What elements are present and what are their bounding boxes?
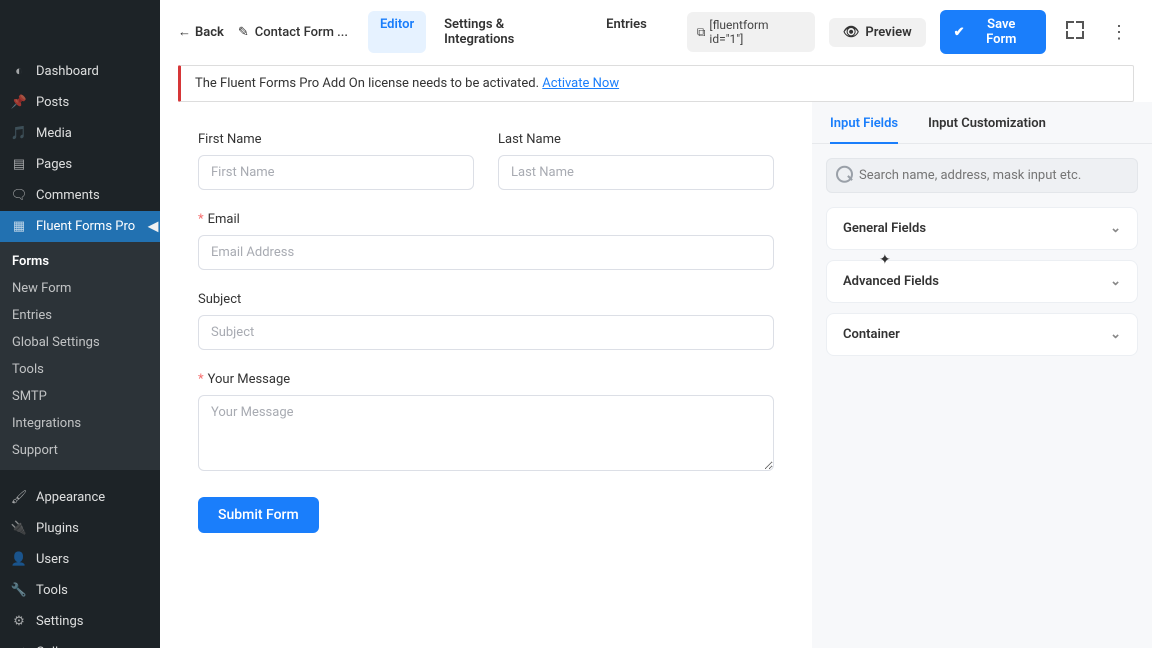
sidebar-item-appearance[interactable]: 🖌Appearance	[0, 482, 160, 513]
submenu-global-settings[interactable]: Global Settings	[0, 329, 160, 356]
field-subject[interactable]: Subject	[198, 292, 774, 350]
form-canvas: First Name Last Name *Email Subject	[160, 102, 812, 648]
pin-icon: 📌	[10, 95, 28, 110]
email-input[interactable]	[198, 235, 774, 270]
back-link[interactable]: ←Back	[178, 24, 224, 40]
field-search-wrap	[826, 158, 1138, 193]
preview-button[interactable]: 👁Preview	[829, 18, 926, 47]
field-message[interactable]: *Your Message	[198, 372, 774, 475]
save-form-button[interactable]: ✔Save Form	[940, 10, 1046, 54]
main-content: ←Back ✎Contact Form ... Editor Settings …	[160, 0, 1152, 648]
submenu-forms[interactable]: Forms	[0, 248, 160, 275]
tab-settings-integrations[interactable]: Settings & Integrations	[432, 11, 588, 53]
chevron-down-icon: ⌄	[1110, 274, 1121, 289]
accordion-advanced-fields[interactable]: Advanced Fields⌄	[826, 260, 1138, 303]
sidebar-item-dashboard[interactable]: ◐Dashboard	[0, 55, 160, 87]
more-menu-button[interactable]: ⋮	[1104, 18, 1134, 47]
sidebar-item-media[interactable]: 🎵Media	[0, 118, 160, 149]
editor-tabs: Editor Settings & Integrations Entries	[368, 11, 659, 53]
form-name-edit[interactable]: ✎Contact Form ...	[238, 25, 348, 40]
copy-icon: ⧉	[697, 25, 706, 40]
notice-text: The Fluent Forms Pro Add On license need…	[195, 76, 542, 91]
chevron-down-icon: ⌄	[1110, 221, 1121, 236]
arrow-left-icon: ←	[178, 24, 191, 40]
submenu-new-form[interactable]: New Form	[0, 275, 160, 302]
collapse-icon: ◀	[10, 645, 28, 660]
sidebar-collapse[interactable]: ◀Collapse menu	[0, 637, 160, 668]
accordion-container[interactable]: Container⌄	[826, 313, 1138, 356]
subject-label: Subject	[198, 292, 774, 307]
comment-icon: 🗨	[10, 188, 28, 203]
accordion-general-fields[interactable]: General Fields⌄	[826, 207, 1138, 250]
eye-icon: 👁	[843, 25, 860, 40]
sidebar-item-settings[interactable]: ⚙Settings	[0, 606, 160, 637]
field-last-name[interactable]: Last Name	[498, 132, 774, 190]
activate-now-link[interactable]: Activate Now	[542, 76, 619, 91]
wrench-icon: 🔧	[10, 583, 28, 598]
media-icon: 🎵	[10, 126, 28, 141]
submenu-smtp[interactable]: SMTP	[0, 383, 160, 410]
submit-form-button[interactable]: Submit Form	[198, 497, 319, 533]
chevron-down-icon: ⌄	[1110, 327, 1121, 342]
forms-icon: ▦	[10, 219, 28, 234]
wp-admin-sidebar: ◐Dashboard 📌Posts 🎵Media ▤Pages 🗨Comment…	[0, 0, 160, 648]
fullscreen-button[interactable]	[1060, 17, 1090, 48]
submenu-support[interactable]: Support	[0, 437, 160, 464]
first-name-label: First Name	[198, 132, 474, 147]
sliders-icon: ⚙	[10, 614, 28, 629]
required-asterisk: *	[198, 212, 204, 227]
fields-panel: Input Fields Input Customization General…	[812, 102, 1152, 648]
last-name-input[interactable]	[498, 155, 774, 190]
tab-entries[interactable]: Entries	[594, 11, 659, 53]
brush-icon: 🖌	[10, 490, 28, 505]
sidebar-item-comments[interactable]: 🗨Comments	[0, 180, 160, 211]
message-label: *Your Message	[198, 372, 774, 387]
license-notice: The Fluent Forms Pro Add On license need…	[178, 65, 1134, 102]
sidebar-item-posts[interactable]: 📌Posts	[0, 87, 160, 118]
submenu-entries[interactable]: Entries	[0, 302, 160, 329]
panel-tab-input-customization[interactable]: Input Customization	[928, 106, 1046, 143]
gauge-icon: ◐	[10, 63, 28, 79]
sidebar-item-users[interactable]: 👤Users	[0, 544, 160, 575]
sidebar-item-tools[interactable]: 🔧Tools	[0, 575, 160, 606]
shortcode-pill[interactable]: ⧉[fluentform id="1"]	[687, 12, 815, 52]
plugin-icon: 🔌	[10, 521, 28, 536]
first-name-input[interactable]	[198, 155, 474, 190]
page-icon: ▤	[10, 157, 28, 172]
panel-tab-input-fields[interactable]: Input Fields	[830, 106, 898, 143]
field-email[interactable]: *Email	[198, 212, 774, 270]
fullscreen-icon	[1066, 21, 1084, 39]
field-search-input[interactable]	[826, 158, 1138, 193]
last-name-label: Last Name	[498, 132, 774, 147]
submenu-tools[interactable]: Tools	[0, 356, 160, 383]
field-first-name[interactable]: First Name	[198, 132, 474, 190]
pencil-icon: ✎	[238, 25, 249, 40]
message-input[interactable]	[198, 395, 774, 471]
dots-vertical-icon: ⋮	[1110, 22, 1128, 43]
panel-tabs: Input Fields Input Customization	[812, 106, 1152, 144]
subject-input[interactable]	[198, 315, 774, 350]
sidebar-item-pages[interactable]: ▤Pages	[0, 149, 160, 180]
fluent-forms-submenu: Forms New Form Entries Global Settings T…	[0, 242, 160, 470]
topbar: ←Back ✎Contact Form ... Editor Settings …	[160, 0, 1152, 65]
submenu-integrations[interactable]: Integrations	[0, 410, 160, 437]
sidebar-item-fluent-forms[interactable]: ▦Fluent Forms Pro	[0, 211, 160, 242]
required-asterisk: *	[198, 372, 204, 387]
user-icon: 👤	[10, 552, 28, 567]
sidebar-item-plugins[interactable]: 🔌Plugins	[0, 513, 160, 544]
check-circle-icon: ✔	[954, 25, 965, 40]
email-label: *Email	[198, 212, 774, 227]
tab-editor[interactable]: Editor	[368, 11, 426, 53]
